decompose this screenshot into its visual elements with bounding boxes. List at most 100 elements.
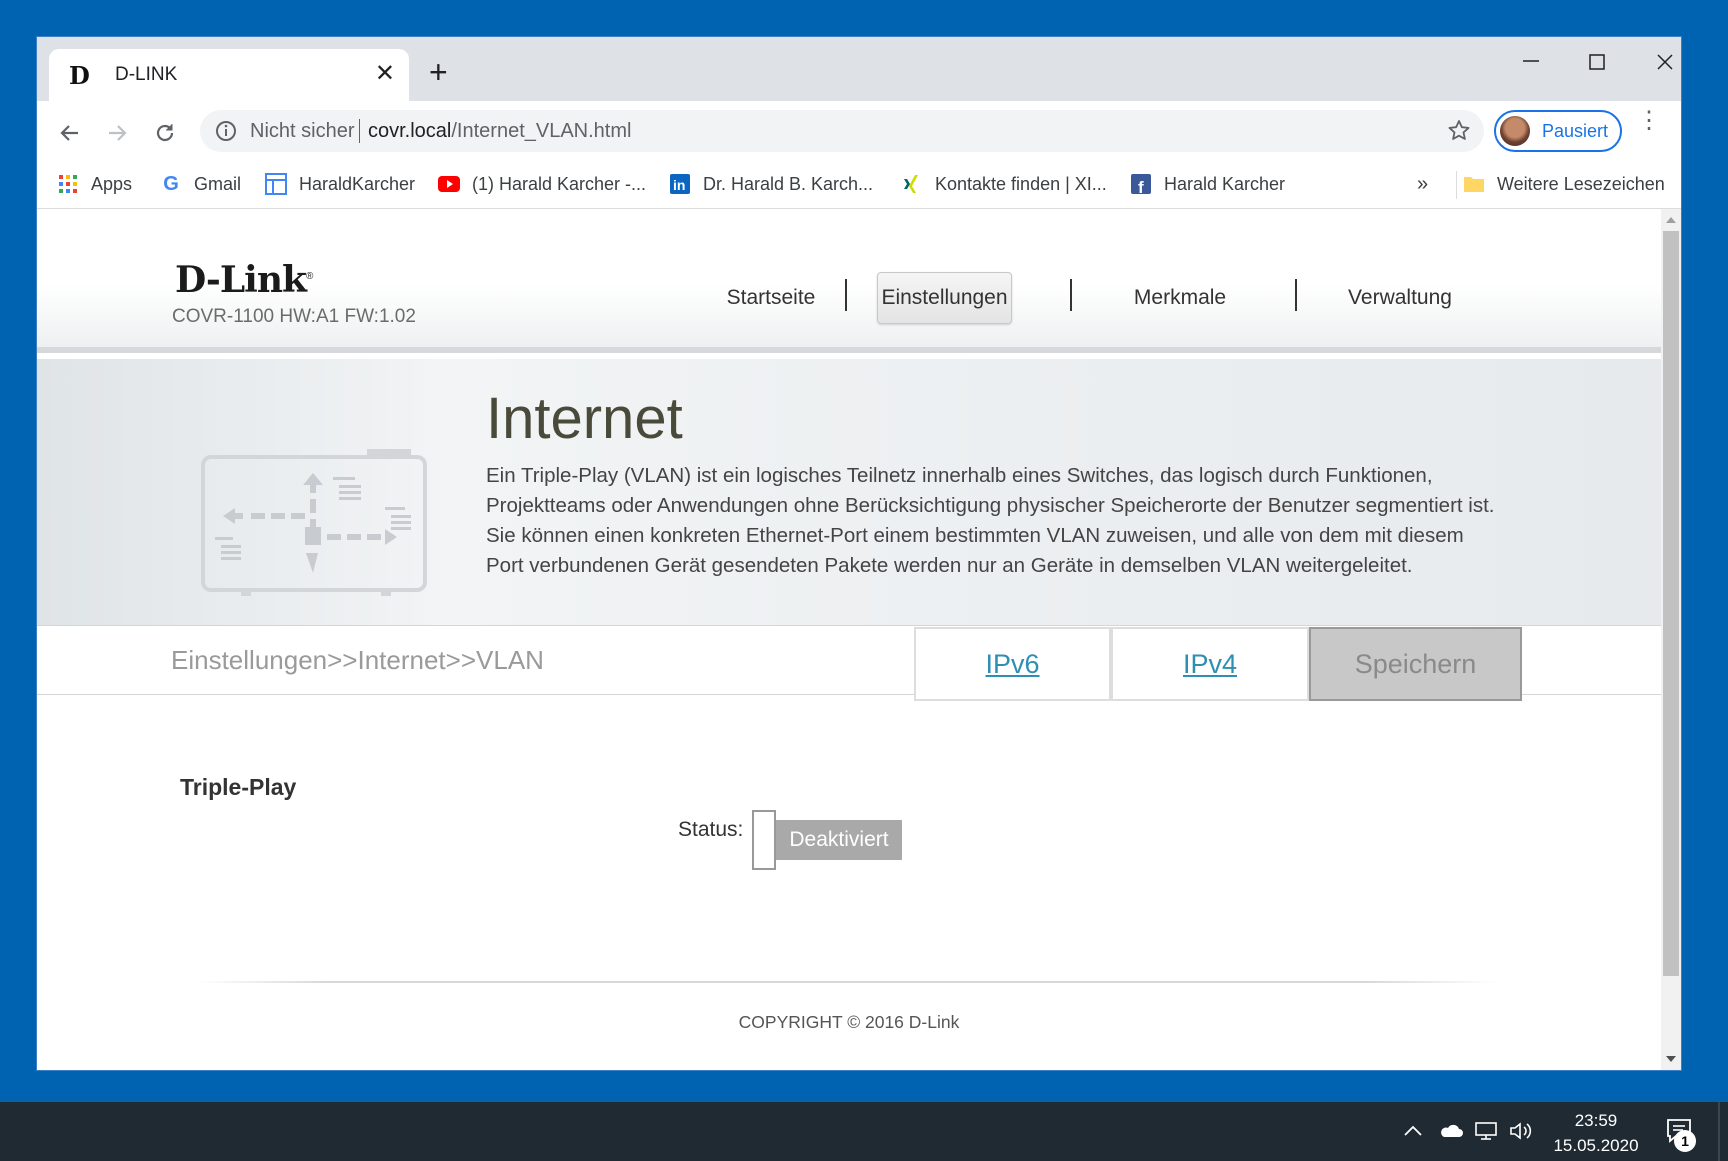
scroll-down-icon[interactable] — [1666, 1056, 1676, 1062]
reload-button[interactable] — [147, 115, 183, 151]
browser-window: D D-LINK ✕ + Nicht sicher covr.local/Int… — [37, 37, 1681, 1070]
arrow-left-icon — [60, 125, 78, 141]
status-label: Status: — [678, 818, 744, 841]
bookmark-label: Gmail — [194, 173, 242, 194]
nav-einstellungen[interactable]: Einstellungen — [877, 272, 1012, 324]
page-title: Internet — [486, 386, 683, 451]
nav-verwaltung[interactable]: Verwaltung — [1320, 272, 1480, 324]
network-icon[interactable] — [1473, 1120, 1499, 1142]
page-description: Ein Triple-Play (VLAN) ist ein logisches… — [486, 464, 1495, 577]
tab-close-icon[interactable]: ✕ — [375, 59, 395, 89]
bookmark-linkedin[interactable]: in Dr. Harald B. Karch... — [669, 173, 873, 195]
router-header: D-Link® COVR-1100 HW:A1 FW:1.02 Startsei… — [37, 209, 1661, 353]
ipv6-button[interactable]: IPv6 — [914, 627, 1111, 701]
copyright: COPYRIGHT © 2016 D-Link — [738, 1012, 960, 1032]
save-button[interactable]: Speichern — [1309, 627, 1522, 701]
logo-text: D-Link — [175, 259, 307, 301]
volume-icon[interactable] — [1508, 1120, 1534, 1142]
forward-button[interactable] — [99, 115, 135, 151]
tab-strip: D D-LINK ✕ + — [37, 37, 1681, 101]
bookmark-facebook[interactable]: f Harald Karcher — [1130, 173, 1285, 195]
bookmark-label: Harald Karcher — [1164, 173, 1286, 194]
page-viewport: D-Link® COVR-1100 HW:A1 FW:1.02 Startsei… — [37, 209, 1681, 1070]
nav-divider — [1070, 279, 1072, 311]
nav-startseite[interactable]: Startseite — [685, 272, 857, 324]
clock-time: 23:59 — [1574, 1111, 1618, 1130]
section-title: Triple-Play — [180, 774, 297, 800]
browser-menu-icon[interactable]: ⋮ — [1637, 109, 1661, 133]
facebook-icon: f — [1130, 173, 1152, 195]
url-text[interactable]: covr.local/Internet_VLAN.html — [368, 120, 631, 143]
tab-dlink[interactable]: D D-LINK ✕ — [49, 49, 409, 101]
avatar — [1500, 116, 1530, 146]
info-icon[interactable] — [214, 119, 238, 143]
bookmark-label: Weitere Lesezeichen — [1497, 173, 1665, 194]
tab-title: D-LINK — [115, 64, 178, 85]
scroll-up-icon[interactable] — [1666, 217, 1676, 223]
reload-icon — [156, 124, 174, 142]
clock-date: 15.05.2020 — [1553, 1136, 1639, 1155]
scroll-thumb[interactable] — [1663, 231, 1679, 976]
system-clock[interactable]: 23:59 15.05.2020 — [1548, 1108, 1644, 1158]
bookmark-apps[interactable]: Apps — [57, 173, 132, 195]
breadcrumb: Einstellungen>>Internet>>VLAN — [171, 645, 544, 675]
security-label: Nicht sicher — [250, 120, 355, 142]
nav-divider — [1295, 279, 1297, 311]
url-host: covr.local — [368, 120, 452, 142]
bookmark-other-folder[interactable]: Weitere Lesezeichen — [1463, 173, 1665, 195]
chevron-up-icon[interactable] — [1402, 1120, 1424, 1142]
profile-button[interactable]: Pausiert — [1494, 110, 1622, 152]
profile-label: Pausiert — [1542, 121, 1609, 141]
svg-text:in: in — [673, 177, 685, 193]
url-separator — [359, 119, 360, 143]
svg-text:D: D — [69, 62, 90, 88]
minimize-icon[interactable] — [1511, 55, 1551, 75]
close-window-icon[interactable] — [1645, 51, 1685, 75]
vlan-switch-icon — [201, 449, 427, 596]
nav-merkmale[interactable]: Merkmale — [1100, 272, 1260, 324]
notification-count-badge: 1 — [1674, 1130, 1696, 1152]
new-tab-icon[interactable]: + — [429, 56, 448, 88]
bookmark-haraldkarcher[interactable]: HaraldKarcher — [265, 173, 415, 195]
triple-play-toggle[interactable]: Deaktiviert — [752, 810, 902, 870]
toggle-knob[interactable] — [752, 810, 776, 870]
browser-toolbar: Nicht sicher covr.local/Internet_VLAN.ht… — [37, 101, 1681, 163]
bookmark-label: HaraldKarcher — [299, 173, 416, 194]
folder-icon — [1463, 173, 1485, 195]
ipv4-button[interactable]: IPv4 — [1111, 627, 1309, 701]
bookmarks-divider — [1456, 171, 1457, 199]
url-path: /Internet_VLAN.html — [451, 120, 632, 142]
bookmark-gmail[interactable]: G Gmail — [160, 173, 241, 195]
svg-text:f: f — [1138, 178, 1144, 194]
bookmark-xing[interactable]: Kontakte finden | XI... — [901, 173, 1107, 195]
router-page: D-Link® COVR-1100 HW:A1 FW:1.02 Startsei… — [37, 209, 1661, 1070]
google-icon: G — [163, 172, 179, 195]
layout-icon — [265, 173, 287, 195]
bookmark-label: Kontakte finden | XI... — [935, 173, 1107, 194]
taskbar: 23:59 15.05.2020 1 — [0, 1102, 1728, 1161]
onedrive-cloud-icon[interactable] — [1438, 1120, 1464, 1140]
bookmark-label: Apps — [91, 173, 133, 194]
address-bar[interactable]: Nicht sicher covr.local/Internet_VLAN.ht… — [200, 110, 1484, 152]
page-banner: Internet Ein Triple-Play (VLAN) ist ein … — [37, 359, 1661, 625]
maximize-icon[interactable] — [1577, 51, 1617, 75]
action-bar: Einstellungen>>Internet>>VLAN IPv6 IPv4 … — [37, 625, 1661, 701]
footer-divider — [197, 981, 1497, 983]
page-scrollbar[interactable] — [1661, 209, 1681, 1070]
xing-icon — [901, 173, 923, 195]
bookmark-label: Dr. Harald B. Karch... — [703, 173, 874, 194]
back-button[interactable] — [52, 115, 88, 151]
arrow-right-icon — [109, 125, 127, 141]
logo-trademark: ® — [305, 271, 313, 282]
dlink-logo: D-Link® — [175, 259, 313, 301]
bookmark-label: (1) Harald Karcher -... — [472, 173, 647, 194]
model-info: COVR-1100 HW:A1 FW:1.02 — [172, 306, 416, 327]
show-desktop-button[interactable] — [1718, 1102, 1720, 1161]
apps-grid-icon — [57, 173, 79, 195]
bookmark-youtube[interactable]: (1) Harald Karcher -... — [438, 173, 646, 195]
dlink-favicon-icon: D — [69, 62, 90, 88]
bookmark-star-icon[interactable] — [1446, 118, 1472, 144]
toggle-state-label: Deaktiviert — [772, 820, 902, 860]
bookmarks-overflow-icon[interactable]: » — [1417, 173, 1428, 196]
youtube-icon — [438, 173, 460, 195]
